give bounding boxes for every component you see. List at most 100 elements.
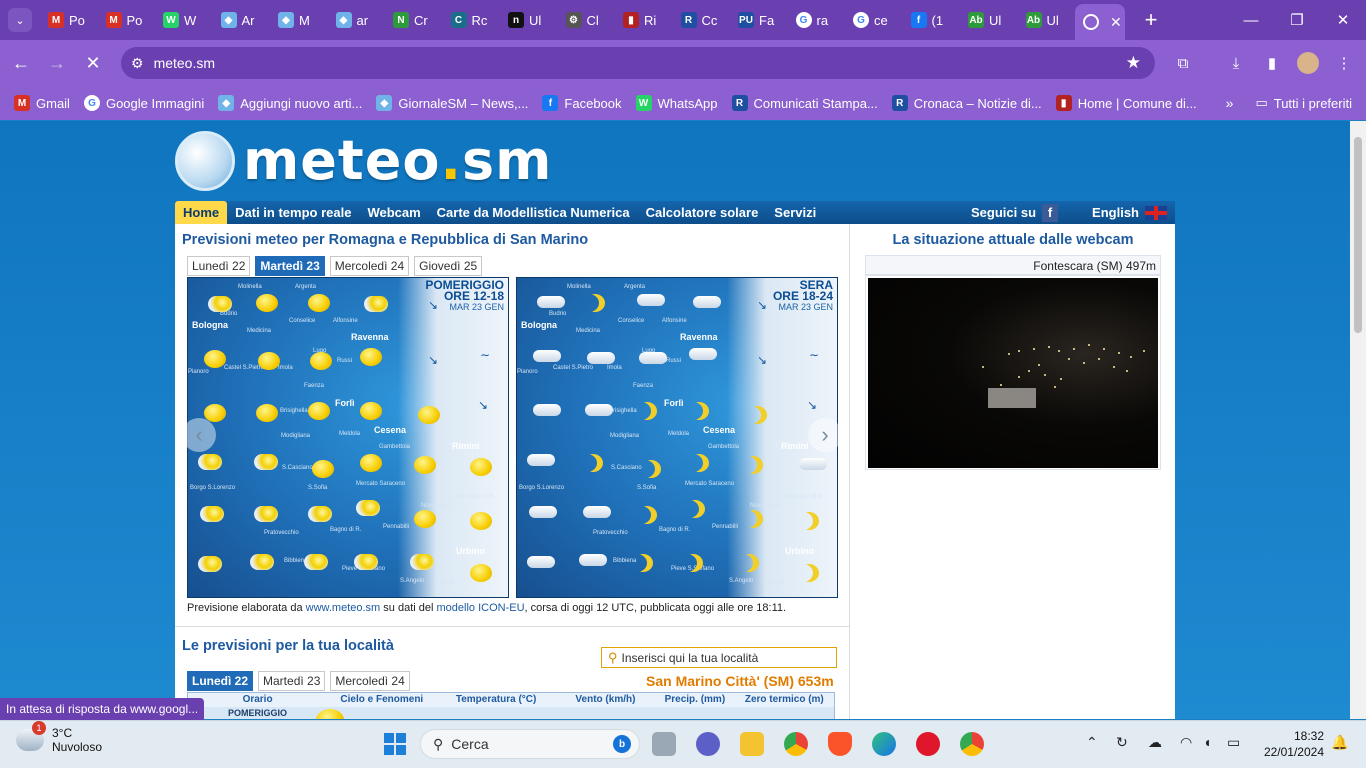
browser-tab[interactable]: Gce (845, 4, 903, 36)
browser-tab[interactable]: ▮ Ri (615, 4, 673, 36)
taskbar-search[interactable]: ⚲ Cerca b (420, 729, 640, 759)
tab-search-button[interactable]: ⌄ (8, 8, 32, 32)
browser-tab[interactable]: C Rc (443, 4, 501, 36)
bookmark-item[interactable]: R Comunicati Stampa... (731, 95, 878, 111)
browser-tab[interactable]: Ab Ul (960, 4, 1018, 36)
page-scrollbar[interactable] (1350, 121, 1366, 719)
bookmark-item[interactable]: f Facebook (542, 95, 622, 111)
menu-kebab-icon[interactable]: ⋮ (1333, 52, 1355, 74)
browser-tab[interactable]: ◆ M (270, 4, 328, 36)
wifi-icon[interactable]: ◠ (1180, 734, 1192, 751)
day-tab[interactable]: Mercoledì 24 (330, 671, 410, 691)
bookmark-item[interactable]: ◆ GiornaleSM – News,... (376, 95, 528, 111)
windows-start-icon[interactable] (384, 733, 406, 755)
notifications-icon[interactable]: 🔔 (1331, 734, 1348, 751)
tray-overflow-icon[interactable]: ⌃ (1086, 734, 1098, 751)
site-logo[interactable]: meteo.sm (175, 129, 552, 192)
partly-cloudy-icon (198, 556, 222, 572)
bookmark-star-icon[interactable]: ★ (1126, 53, 1141, 73)
browser-tab[interactable]: Ab Ul (1018, 4, 1076, 36)
brave-icon[interactable] (828, 732, 852, 756)
menu-item[interactable]: Webcam (359, 201, 428, 224)
model-link[interactable]: modello ICON-EU (437, 602, 525, 614)
day-tab[interactable]: Lunedì 22 (187, 671, 254, 691)
task-view-icon[interactable] (652, 732, 676, 756)
folder-icon: ▭ (1255, 95, 1268, 110)
clock[interactable]: 18:32 22/01/2024 (1258, 728, 1324, 760)
side-panel-icon[interactable]: ▮ (1261, 52, 1283, 74)
bookmark-item[interactable]: M Gmail (14, 95, 70, 111)
bookmark-item[interactable]: ▮ Home | Comune di... (1055, 95, 1197, 111)
webcam-image[interactable] (868, 278, 1158, 468)
back-icon[interactable]: ← (6, 48, 36, 78)
webcam-frame[interactable] (865, 275, 1161, 470)
onedrive-icon[interactable]: ☁ (1148, 734, 1162, 751)
browser-tab[interactable]: f (1 (903, 4, 961, 36)
bookmark-item[interactable]: R Cronaca – Notizie di... (891, 95, 1042, 111)
browser-tab[interactable]: Gra (788, 4, 846, 36)
day-tab[interactable]: Martedì 23 (258, 671, 326, 691)
moon-icon (637, 506, 657, 524)
site-info-icon[interactable]: ⚙ (131, 55, 144, 72)
menu-item[interactable]: Servizi (766, 201, 824, 224)
location-search-input[interactable]: ⚲ Inserisci qui la tua località (601, 647, 837, 668)
browser-tab[interactable]: M Po (98, 4, 156, 36)
weather-widget[interactable]: 1 3°C Nuvoloso (16, 721, 102, 754)
sun-icon (470, 564, 492, 582)
day-tab[interactable]: Giovedì 25 (414, 256, 483, 276)
more-bookmarks-icon[interactable]: » (1226, 95, 1234, 111)
close-tab-icon[interactable]: ✕ (1110, 14, 1122, 31)
volume-icon[interactable]: ◖ (1203, 734, 1211, 750)
sun-icon (258, 352, 280, 370)
english-link[interactable]: English (1084, 201, 1175, 224)
edge-icon[interactable] (872, 732, 896, 756)
minimize-icon[interactable]: — (1228, 0, 1274, 40)
globe-logo-icon (175, 130, 235, 191)
partly-cloudy-icon (410, 554, 434, 570)
browser-tab[interactable]: N Cr (385, 4, 443, 36)
avatar[interactable] (1297, 52, 1319, 74)
bookmark-item[interactable]: W WhatsApp (635, 95, 718, 111)
battery-icon[interactable]: ▭ (1227, 734, 1240, 751)
stop-loading-icon[interactable]: ✕ (78, 48, 108, 78)
chrome-icon[interactable] (784, 732, 808, 756)
scroll-thumb[interactable] (1354, 137, 1362, 333)
browser-tab[interactable]: n Ul (500, 4, 558, 36)
menu-items: Home Dati in tempo reale Webcam Carte da Mo… (175, 201, 824, 224)
bookmark-item[interactable]: ◆ Aggiungi nuovo arti... (218, 95, 362, 111)
prev-arrow-icon[interactable]: ‹ (182, 418, 216, 452)
browser-tab[interactable]: R Cc (673, 4, 731, 36)
file-explorer-icon[interactable] (740, 732, 764, 756)
menu-item[interactable]: Dati in tempo reale (227, 201, 359, 224)
address-bar[interactable]: ⚙ meteo.sm ★ (121, 47, 1155, 79)
browser-tab[interactable]: ⚙ Cl (558, 4, 616, 36)
forward-icon[interactable]: → (42, 48, 72, 78)
day-tab[interactable]: Martedì 23 (255, 256, 325, 276)
opera-icon[interactable] (916, 732, 940, 756)
browser-tab[interactable]: PU Fa (730, 4, 788, 36)
extensions-icon[interactable]: ⧉ (1172, 52, 1194, 74)
bookmark-item[interactable]: G Google Immagini (83, 95, 204, 111)
teams-icon[interactable] (696, 732, 720, 756)
browser-tab[interactable]: M Po (40, 4, 98, 36)
active-tab[interactable]: ✕ (1075, 4, 1125, 40)
browser-tab[interactable]: ◆ ar (328, 4, 386, 36)
browser-tab[interactable]: ◆ Ar (213, 4, 271, 36)
download-icon[interactable]: ⤓ (1225, 52, 1247, 74)
menu-item[interactable]: Carte da Modellistica Numerica (429, 201, 638, 224)
follow-facebook-link[interactable]: Seguici su f (963, 201, 1066, 224)
close-window-icon[interactable]: ✕ (1320, 0, 1366, 40)
chrome-profile-icon[interactable] (960, 732, 984, 756)
cloud-icon (537, 296, 565, 308)
sync-icon[interactable]: ↻ (1116, 734, 1128, 751)
meteo-link[interactable]: www.meteo.sm (306, 602, 381, 614)
new-tab-button[interactable]: + (1139, 7, 1163, 33)
menu-item[interactable]: Home (175, 201, 228, 224)
menu-item[interactable]: Calcolatore solare (638, 201, 767, 224)
day-tab[interactable]: Mercoledì 24 (329, 256, 410, 276)
day-tab[interactable]: Lunedì 22 (187, 256, 251, 276)
browser-tab[interactable]: WW (155, 4, 213, 36)
all-bookmarks-button[interactable]: ▭ Tutti i preferiti (1255, 95, 1352, 111)
restore-icon[interactable]: ❐ (1274, 0, 1320, 40)
next-arrow-icon[interactable]: › (808, 418, 842, 452)
